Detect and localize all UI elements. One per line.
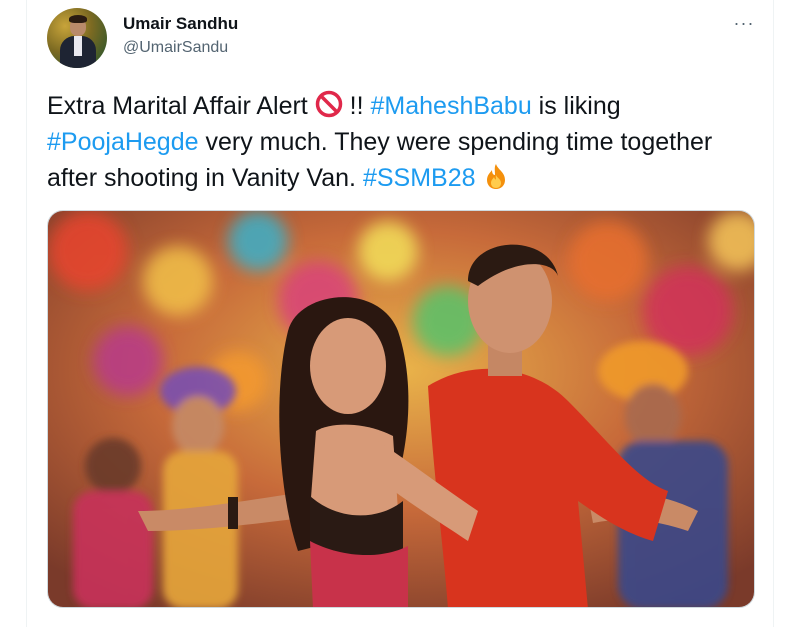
more-options-icon[interactable]: ··· [727,10,761,36]
tweet-text: Extra Marital Affair Alert !! #MaheshBab… [47,88,757,196]
avatar[interactable] [47,8,107,68]
photo-dancing-couple [48,211,754,607]
user-handle[interactable]: @UmairSandu [123,39,228,57]
fire-icon [487,164,506,189]
hashtag-link[interactable]: #PoojaHegde [47,128,199,156]
tweet-text-part: is liking [531,92,621,120]
hashtag-link[interactable]: #MaheshBabu [371,92,532,120]
tweet-card: Umair Sandhu @UmairSandu ··· Extra Marit… [26,0,774,627]
tweet-image[interactable] [47,210,755,608]
prohibited-icon [315,90,342,118]
tweet-text-part: !! [342,92,371,120]
hashtag-link[interactable]: #SSMB28 [363,164,476,192]
display-name[interactable]: Umair Sandhu [123,14,238,34]
tweet-text-part: Extra Marital Affair Alert [47,92,308,120]
